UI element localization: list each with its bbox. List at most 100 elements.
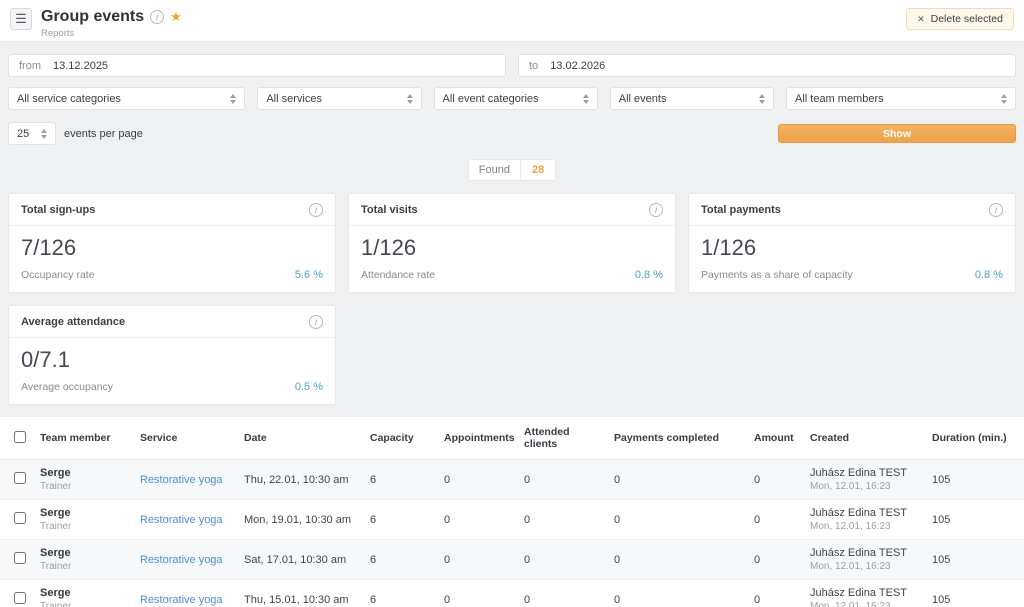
date-to-field[interactable]: to	[518, 54, 1016, 77]
stat-title: Total visits	[361, 204, 418, 216]
created-at: Mon, 12.01, 16:23	[810, 481, 920, 492]
stat-card-total-visits: Total visits i 1/126 Attendance rate 0.8…	[348, 193, 676, 293]
stat-title: Total payments	[701, 204, 781, 216]
date-to-input[interactable]	[550, 60, 1015, 72]
breadcrumb: Reports	[41, 28, 182, 39]
events-value: All events	[619, 93, 667, 105]
stat-percent: 0.5 %	[295, 381, 323, 393]
capacity-value: 6	[364, 540, 438, 580]
service-link[interactable]: Restorative yoga	[140, 594, 223, 606]
info-icon[interactable]: i	[309, 203, 323, 217]
info-icon[interactable]: i	[649, 203, 663, 217]
stat-percent: 0.8 %	[975, 269, 1003, 281]
created-by: Juhász Edina TEST	[810, 467, 920, 479]
team-member-role: Trainer	[40, 601, 128, 607]
col-team-member: Team member	[34, 417, 134, 460]
service-categories-value: All service categories	[17, 93, 121, 105]
dropdown-arrows-icon	[407, 94, 413, 104]
date-from-field[interactable]: from	[8, 54, 506, 77]
capacity-value: 6	[364, 580, 438, 607]
stat-card-total-signups: Total sign-ups i 7/126 Occupancy rate 5.…	[8, 193, 336, 293]
event-date: Thu, 22.01, 10:30 am	[238, 460, 364, 500]
stat-label: Average occupancy	[21, 381, 113, 393]
stat-percent: 5.6 %	[295, 269, 323, 281]
title-info-icon[interactable]: i	[150, 10, 164, 24]
team-members-value: All team members	[795, 93, 884, 105]
team-member-name: Serge	[40, 587, 128, 599]
stat-card-total-payments: Total payments i 1/126 Payments as a sha…	[688, 193, 1016, 293]
per-page-select[interactable]: 25	[8, 122, 56, 145]
amount-value: 0	[748, 540, 804, 580]
delete-selected-button[interactable]: ✕ Delete selected	[906, 8, 1014, 30]
capacity-value: 6	[364, 500, 438, 540]
services-select[interactable]: All services	[257, 87, 421, 110]
table-body: Serge Trainer Restorative yoga Thu, 22.0…	[0, 460, 1024, 607]
stat-value: 1/126	[361, 235, 663, 261]
row-checkbox[interactable]	[14, 592, 26, 604]
team-member-name: Serge	[40, 467, 128, 479]
top-bar: ☰ Group events i ★ Reports ✕ Delete sele…	[0, 0, 1024, 42]
duration-value: 105	[926, 460, 1024, 500]
show-button[interactable]: Show	[778, 124, 1016, 143]
event-categories-select[interactable]: All event categories	[434, 87, 598, 110]
close-icon: ✕	[917, 14, 925, 25]
created-by: Juhász Edina TEST	[810, 587, 920, 599]
appointments-value: 0	[438, 540, 518, 580]
duration-value: 105	[926, 540, 1024, 580]
events-table: Team member Service Date Capacity Appoin…	[0, 417, 1024, 607]
found-label: Found	[469, 160, 521, 180]
row-checkbox[interactable]	[14, 552, 26, 564]
col-created: Created	[804, 417, 926, 460]
stat-title: Average attendance	[21, 316, 125, 328]
date-from-input[interactable]	[53, 60, 505, 72]
event-date: Sat, 17.01, 10:30 am	[238, 540, 364, 580]
dropdown-arrows-icon	[1001, 94, 1007, 104]
amount-value: 0	[748, 460, 804, 500]
stat-label: Attendance rate	[361, 269, 435, 281]
title-block: Group events i ★ Reports	[41, 8, 182, 39]
stat-value: 0/7.1	[21, 347, 323, 373]
col-amount: Amount	[748, 417, 804, 460]
capacity-value: 6	[364, 460, 438, 500]
amount-value: 0	[748, 500, 804, 540]
service-link[interactable]: Restorative yoga	[140, 514, 223, 526]
stat-label: Payments as a share of capacity	[701, 269, 853, 281]
service-link[interactable]: Restorative yoga	[140, 474, 223, 486]
attended-clients-value: 0	[518, 540, 608, 580]
attended-clients-value: 0	[518, 500, 608, 540]
team-member-role: Trainer	[40, 481, 128, 492]
menu-icon[interactable]: ☰	[10, 8, 32, 30]
table-row: Serge Trainer Restorative yoga Thu, 15.0…	[0, 580, 1024, 607]
created-by: Juhász Edina TEST	[810, 507, 920, 519]
stat-value: 7/126	[21, 235, 323, 261]
favorite-star-icon[interactable]: ★	[170, 9, 182, 25]
services-value: All services	[266, 93, 322, 105]
table-header-row: Team member Service Date Capacity Appoin…	[0, 417, 1024, 460]
team-member-name: Serge	[40, 507, 128, 519]
payments-completed-value: 0	[608, 540, 748, 580]
team-members-select[interactable]: All team members	[786, 87, 1016, 110]
page-title: Group events	[41, 8, 144, 26]
service-categories-select[interactable]: All service categories	[8, 87, 245, 110]
events-select[interactable]: All events	[610, 87, 774, 110]
row-checkbox[interactable]	[14, 472, 26, 484]
row-checkbox[interactable]	[14, 512, 26, 524]
service-link[interactable]: Restorative yoga	[140, 554, 223, 566]
event-date: Mon, 19.01, 10:30 am	[238, 500, 364, 540]
appointments-value: 0	[438, 500, 518, 540]
info-icon[interactable]: i	[309, 315, 323, 329]
amount-value: 0	[748, 580, 804, 607]
info-icon[interactable]: i	[989, 203, 1003, 217]
col-appointments: Appointments	[438, 417, 518, 460]
select-all-checkbox[interactable]	[14, 431, 26, 443]
per-page-label: events per page	[64, 128, 143, 140]
col-capacity: Capacity	[364, 417, 438, 460]
created-by: Juhász Edina TEST	[810, 547, 920, 559]
event-categories-value: All event categories	[443, 93, 539, 105]
created-at: Mon, 12.01, 16:23	[810, 521, 920, 532]
table-row: Serge Trainer Restorative yoga Mon, 19.0…	[0, 500, 1024, 540]
duration-value: 105	[926, 500, 1024, 540]
dropdown-arrows-icon	[230, 94, 236, 104]
filters-panel: from to All service categories All servi…	[0, 42, 1024, 145]
duration-value: 105	[926, 580, 1024, 607]
